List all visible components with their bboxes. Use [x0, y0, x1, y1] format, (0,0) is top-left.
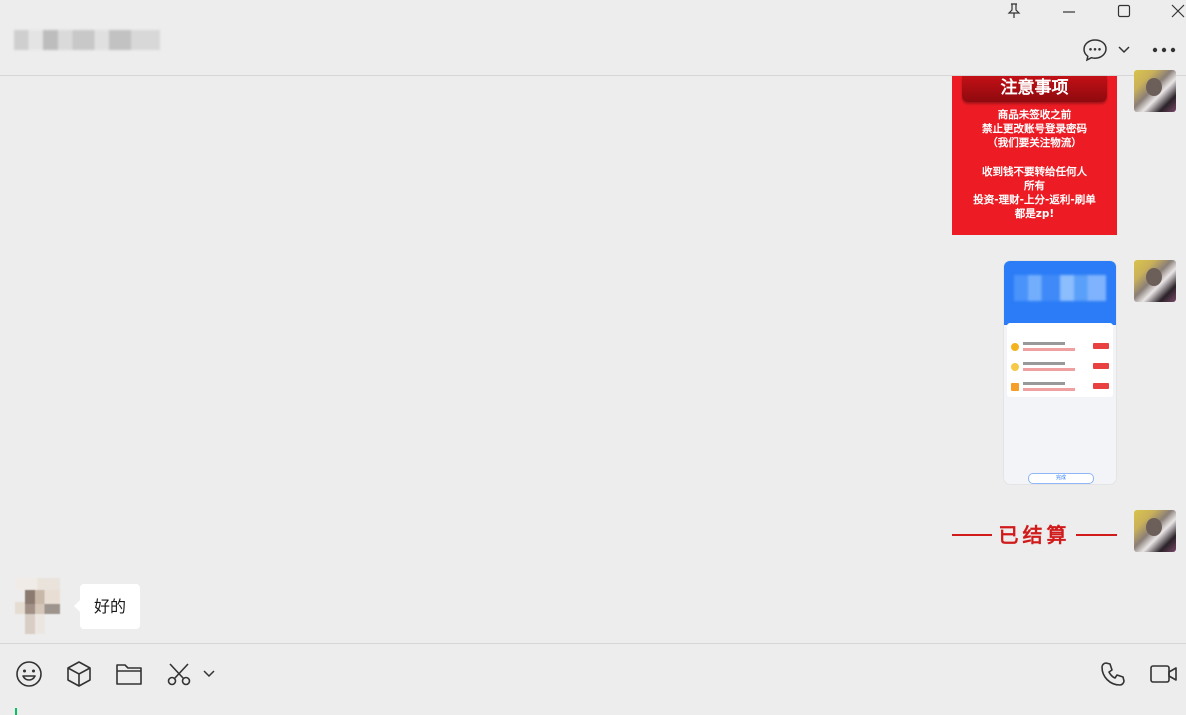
- screenshot-options-dropdown[interactable]: [198, 660, 220, 688]
- self-avatar[interactable]: [1134, 70, 1176, 112]
- minimize-icon: [1062, 4, 1076, 18]
- chat-bubble-icon: [1082, 38, 1108, 62]
- notice-line: （我们要关注物流）: [987, 137, 1082, 150]
- screenshot-button[interactable]: [164, 660, 194, 688]
- notice-body: 商品未签收之前 禁止更改账号登录密码 （我们要关注物流） 收到钱不要转给任何人 …: [952, 108, 1117, 221]
- maximize-icon: [1117, 4, 1131, 18]
- notice-line: 都是zp!: [1014, 208, 1055, 221]
- notice-line: [952, 151, 1117, 165]
- emoji-button[interactable]: [14, 660, 44, 688]
- scissors-icon: [166, 661, 192, 687]
- notice-heading: 注意事项: [962, 76, 1107, 102]
- chat-title-redacted: [14, 30, 160, 50]
- notice-line: 收到钱不要转给任何人: [982, 165, 1087, 178]
- contact-avatar[interactable]: [15, 578, 60, 634]
- chat-info-dropdown[interactable]: [1113, 38, 1135, 62]
- notice-line: 所有: [1024, 179, 1045, 192]
- file-button[interactable]: [114, 660, 144, 688]
- chevron-down-icon: [203, 670, 215, 678]
- screenshot-row: [1011, 381, 1109, 395]
- self-avatar[interactable]: [1134, 510, 1176, 552]
- screenshot-image-message[interactable]: 完成: [1004, 261, 1116, 484]
- minimize-button[interactable]: [1051, 0, 1087, 22]
- close-button[interactable]: [1160, 0, 1186, 22]
- self-avatar[interactable]: [1134, 260, 1176, 302]
- emoji-icon: [15, 660, 43, 688]
- divider-right: [1076, 534, 1117, 536]
- divider-left: [952, 534, 992, 536]
- close-icon: [1171, 4, 1185, 18]
- screenshot-task-card: [1007, 323, 1113, 397]
- maximize-button[interactable]: [1106, 0, 1142, 22]
- screenshot-done-button: 完成: [1028, 473, 1094, 484]
- pin-button[interactable]: [996, 0, 1032, 22]
- incoming-message-bubble[interactable]: 好的: [73, 584, 141, 629]
- phone-icon: [1100, 661, 1126, 687]
- notice-image-message[interactable]: 注意事项 商品未签收之前 禁止更改账号登录密码 （我们要关注物流） 收到钱不要转…: [952, 76, 1117, 235]
- chat-header: [0, 0, 1186, 76]
- notice-line: 投资-理财-上分-返利-刷单: [973, 194, 1096, 207]
- screenshot-header: [1004, 261, 1116, 325]
- more-icon: [1152, 47, 1176, 53]
- redacted-region: [1014, 275, 1106, 301]
- settled-text: 已结算: [998, 523, 1071, 547]
- notice-line: 商品未签收之前: [997, 109, 1072, 121]
- box-icon: [66, 660, 92, 688]
- video-icon: [1149, 663, 1179, 685]
- chevron-down-icon: [1118, 46, 1130, 54]
- settled-image-message[interactable]: 已结算: [952, 515, 1117, 553]
- more-button[interactable]: [1150, 38, 1178, 62]
- chat-info-button[interactable]: [1080, 38, 1110, 62]
- notice-line: 禁止更改账号登录密码: [982, 123, 1087, 136]
- screenshot-row: [1011, 341, 1109, 355]
- video-call-button[interactable]: [1148, 660, 1180, 688]
- sticker-button[interactable]: [64, 660, 94, 688]
- screenshot-row: [1011, 361, 1109, 375]
- pin-icon: [1007, 3, 1021, 19]
- input-area[interactable]: [0, 643, 1186, 715]
- folder-icon: [115, 662, 143, 686]
- voice-call-button[interactable]: [1098, 660, 1128, 688]
